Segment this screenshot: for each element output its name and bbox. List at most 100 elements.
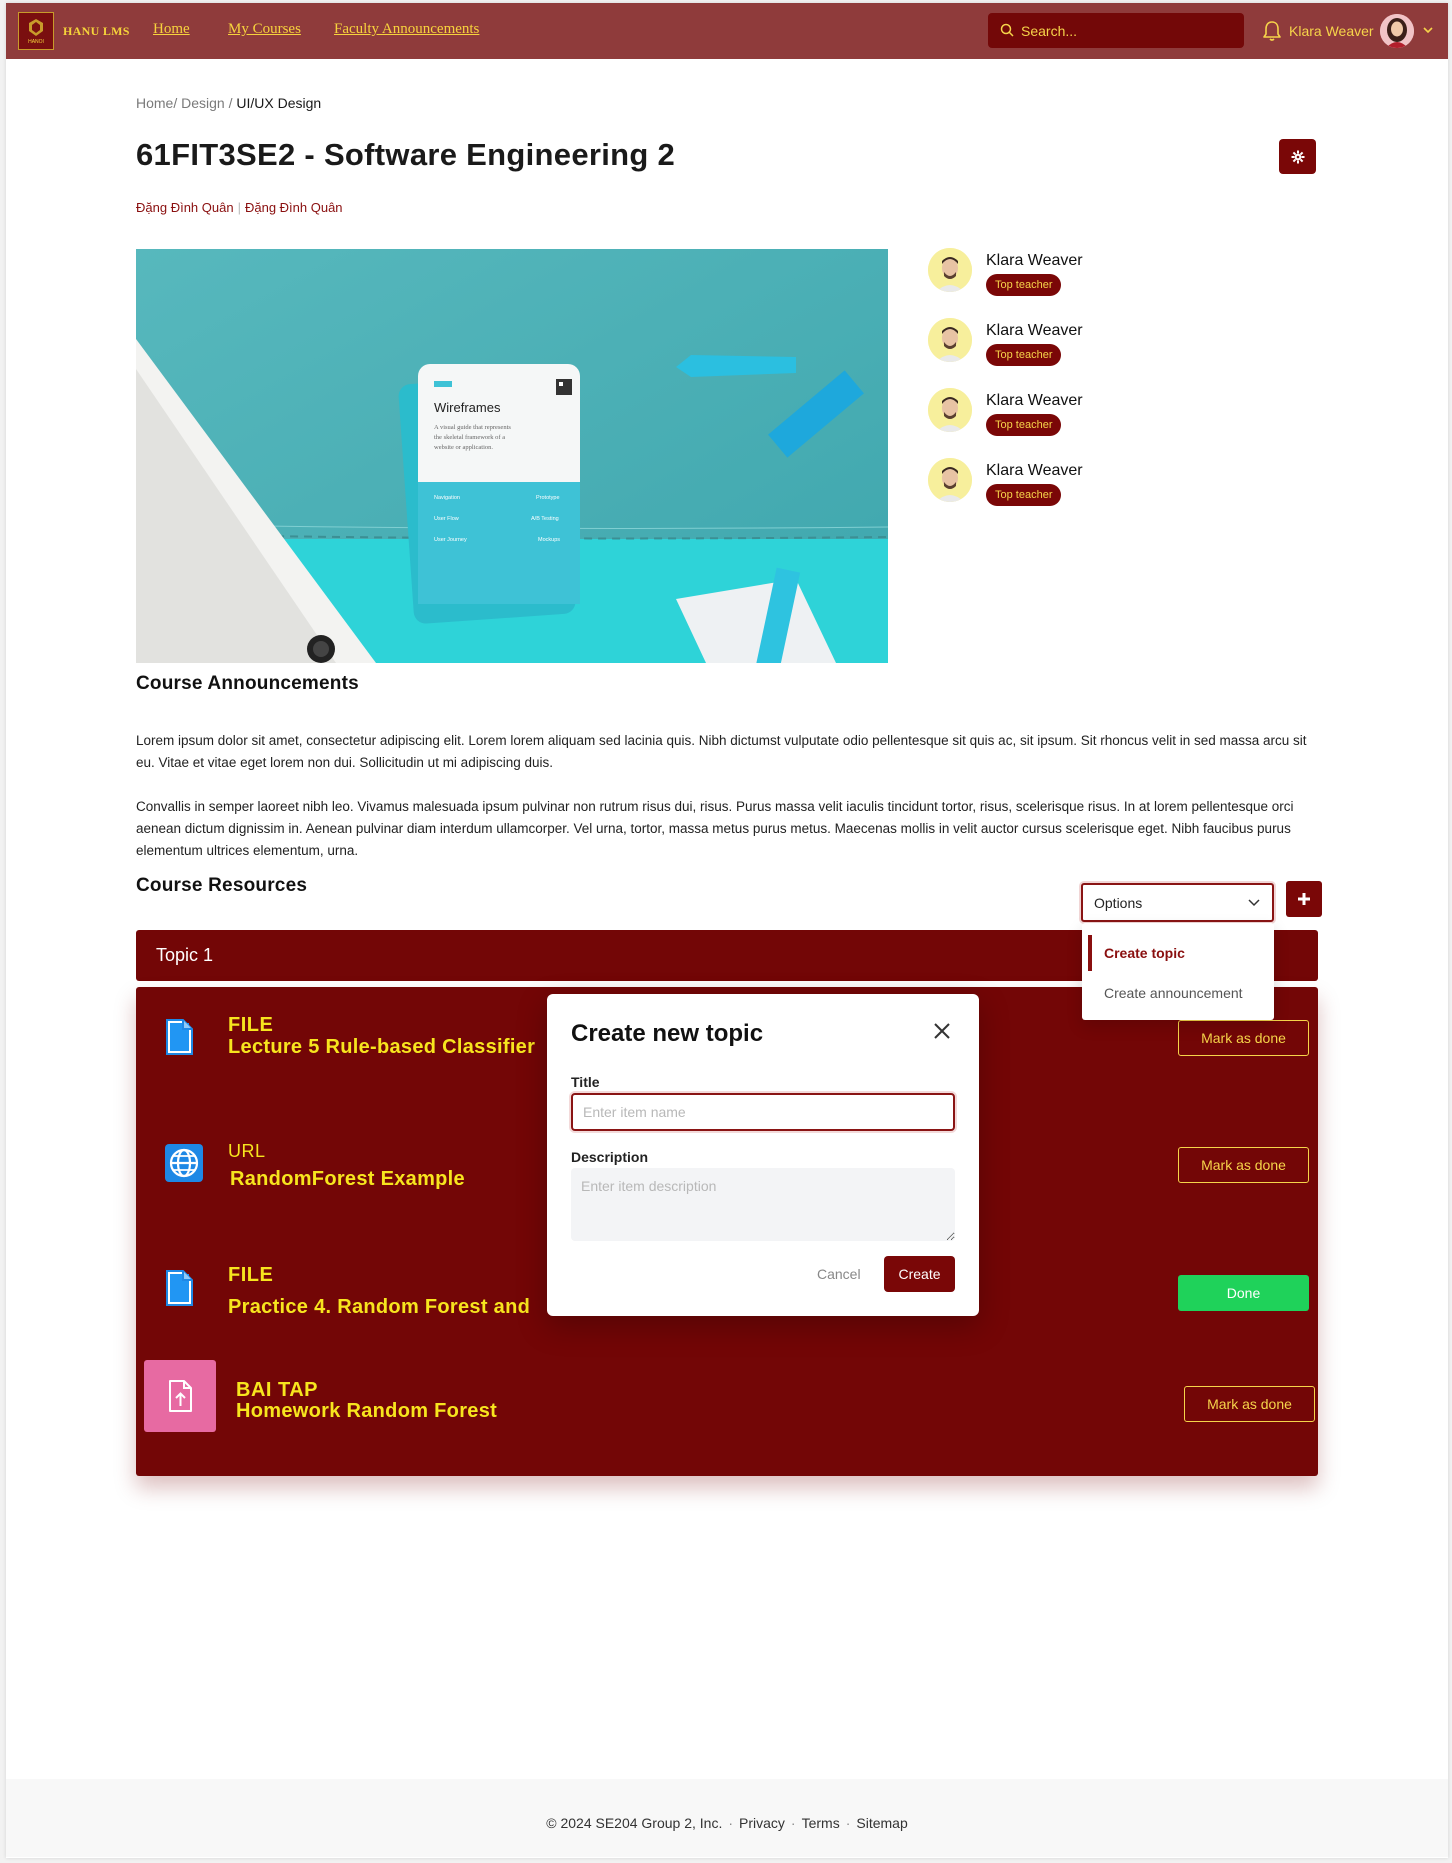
footer-dot: · (790, 1815, 796, 1831)
top-teacher-badge: Top teacher (986, 484, 1062, 506)
options-select[interactable]: Options (1081, 883, 1274, 922)
file-icon (166, 1270, 193, 1306)
topic-title: Topic 1 (156, 945, 214, 965)
search-input[interactable]: Search... (988, 13, 1244, 48)
footer-link-privacy[interactable]: Privacy (739, 1815, 785, 1831)
user-portrait-icon (1380, 14, 1414, 48)
footer: © 2024 SE204 Group 2, Inc. · Privacy · Terms… (6, 1779, 1448, 1857)
nav-link-my-courses[interactable]: My Courses (228, 21, 301, 38)
description-label: Description (571, 1149, 649, 1165)
svg-text:website or application.: website or application. (434, 444, 493, 451)
footer-content: © 2024 SE204 Group 2, Inc. · Privacy · Terms… (6, 1815, 1448, 1831)
teacher-avatar (928, 458, 972, 502)
teacher-portrait-icon (928, 318, 972, 362)
resource-title[interactable]: Homework Random Forest (236, 1400, 497, 1423)
search-placeholder: Search... (1021, 23, 1078, 39)
teacher-portrait-icon (928, 458, 972, 502)
svg-text:A/B Testing: A/B Testing (531, 516, 559, 522)
resource-type: URL (228, 1141, 266, 1161)
done-button[interactable]: Done (1178, 1275, 1309, 1311)
resource-type: BAI TAP (236, 1379, 319, 1401)
topic-description-textarea[interactable] (571, 1168, 955, 1241)
footer-copyright: © 2024 SE204 Group 2, Inc. (546, 1815, 723, 1831)
file-icon (166, 1019, 193, 1055)
breadcrumb: Home/ Design / UI/UX Design (136, 95, 321, 111)
footer-link-terms[interactable]: Terms (802, 1815, 840, 1831)
resource-type: FILE (228, 1014, 274, 1036)
bell-icon[interactable] (1262, 20, 1282, 42)
create-topic-modal: Create new topic Title Description Cance… (547, 994, 979, 1316)
top-teacher-item[interactable]: Klara Weaver Top teacher (928, 458, 1168, 508)
teacher-portrait-icon (928, 248, 972, 292)
close-icon[interactable] (931, 1020, 953, 1042)
breadcrumb-current: UI/UX Design (236, 95, 322, 111)
nav-link-faculty-announcements[interactable]: Faculty Announcements (334, 21, 479, 38)
teacher-separator: | (237, 200, 241, 215)
gear-icon (1291, 150, 1304, 163)
footer-dot: · (845, 1815, 851, 1831)
cancel-button[interactable]: Cancel (817, 1266, 861, 1282)
user-name[interactable]: Klara Weaver (1289, 23, 1374, 39)
teacher-name: Klara Weaver (986, 252, 1083, 269)
announcement-paragraph: Lorem ipsum dolor sit amet, consectetur … (136, 733, 1307, 770)
brand-name: HANU LMS (63, 24, 130, 38)
breadcrumb-design[interactable]: Design / (181, 95, 232, 111)
modal-title: Create new topic (571, 1020, 764, 1047)
resource-title[interactable]: RandomForest Example (230, 1168, 465, 1191)
chevron-down-icon (1248, 899, 1260, 907)
resource-title[interactable]: Practice 4. Random Forest and (228, 1296, 530, 1319)
top-teacher-item[interactable]: Klara Weaver Top teacher (928, 318, 1168, 368)
footer-link-sitemap[interactable]: Sitemap (856, 1815, 907, 1831)
menu-item-create-announcement[interactable]: Create announcement (1082, 975, 1274, 1011)
svg-text:Wireframes: Wireframes (434, 400, 501, 415)
teacher-link[interactable]: Đặng Đình Quân (136, 200, 234, 215)
mark-as-done-button[interactable]: Mark as done (1184, 1386, 1315, 1422)
file-upload-icon (169, 1380, 192, 1412)
teacher-name: Klara Weaver (986, 322, 1083, 339)
title-label: Title (571, 1074, 600, 1090)
svg-text:the skeletal framework of a: the skeletal framework of a (434, 434, 505, 441)
svg-text:A visual guide that represents: A visual guide that represents (434, 424, 511, 431)
top-teacher-badge: Top teacher (986, 414, 1062, 436)
settings-button[interactable] (1279, 139, 1316, 174)
top-teacher-item[interactable]: Klara Weaver Top teacher (928, 388, 1168, 438)
add-resource-button[interactable] (1286, 881, 1322, 917)
top-teacher-item[interactable]: Klara Weaver Top teacher (928, 248, 1168, 298)
topic-title-input[interactable] (571, 1093, 955, 1131)
teacher-avatar (928, 248, 972, 292)
page-title: 61FIT3SE2 - Software Engineering 2 (136, 137, 676, 172)
mark-as-done-button[interactable]: Mark as done (1178, 1020, 1309, 1056)
top-navbar: HANOI HANU LMS Home My Courses Faculty A… (6, 3, 1448, 59)
page-frame: HANOI HANU LMS Home My Courses Faculty A… (6, 3, 1448, 1858)
svg-text:HANOI: HANOI (28, 39, 44, 45)
options-menu: Create topic Create announcement (1082, 923, 1274, 1020)
teacher-link[interactable]: Đặng Đình Quân (245, 200, 343, 215)
mark-as-done-button[interactable]: Mark as done (1178, 1147, 1309, 1183)
svg-text:Mockups: Mockups (538, 537, 560, 543)
footer-dot: · (728, 1815, 734, 1831)
course-cover-image: Wireframes A visual guide that represent… (136, 249, 888, 663)
svg-text:Prototype: Prototype (536, 495, 560, 501)
hanu-logo[interactable]: HANOI (18, 12, 54, 50)
teacher-name: Klara Weaver (986, 462, 1083, 479)
search-icon (1000, 23, 1014, 37)
svg-text:Navigation: Navigation (434, 495, 460, 501)
svg-text:User Flow: User Flow (434, 516, 459, 522)
breadcrumb-home[interactable]: Home/ (136, 95, 177, 111)
announcement-paragraph: Convallis in semper laoreet nibh leo. Vi… (136, 799, 1294, 858)
create-button[interactable]: Create (884, 1256, 955, 1292)
menu-item-create-topic[interactable]: Create topic (1088, 935, 1274, 971)
course-teachers: Đặng Đình Quân | Đặng Đình Quân (136, 200, 343, 215)
svg-text:User Journey: User Journey (434, 537, 467, 543)
nav-link-home[interactable]: Home (153, 21, 190, 38)
chevron-down-icon[interactable] (1422, 25, 1434, 35)
resource-type: FILE (228, 1264, 274, 1286)
assignment-tile (144, 1360, 216, 1432)
resource-title[interactable]: Lecture 5 Rule-based Classifier (228, 1036, 535, 1059)
plus-icon (1298, 893, 1310, 905)
user-avatar[interactable] (1380, 14, 1414, 48)
announcements-heading: Course Announcements (136, 673, 359, 694)
teacher-portrait-icon (928, 388, 972, 432)
crest-icon: HANOI (28, 19, 44, 45)
course-cover-illustration: Wireframes A visual guide that represent… (136, 249, 888, 663)
